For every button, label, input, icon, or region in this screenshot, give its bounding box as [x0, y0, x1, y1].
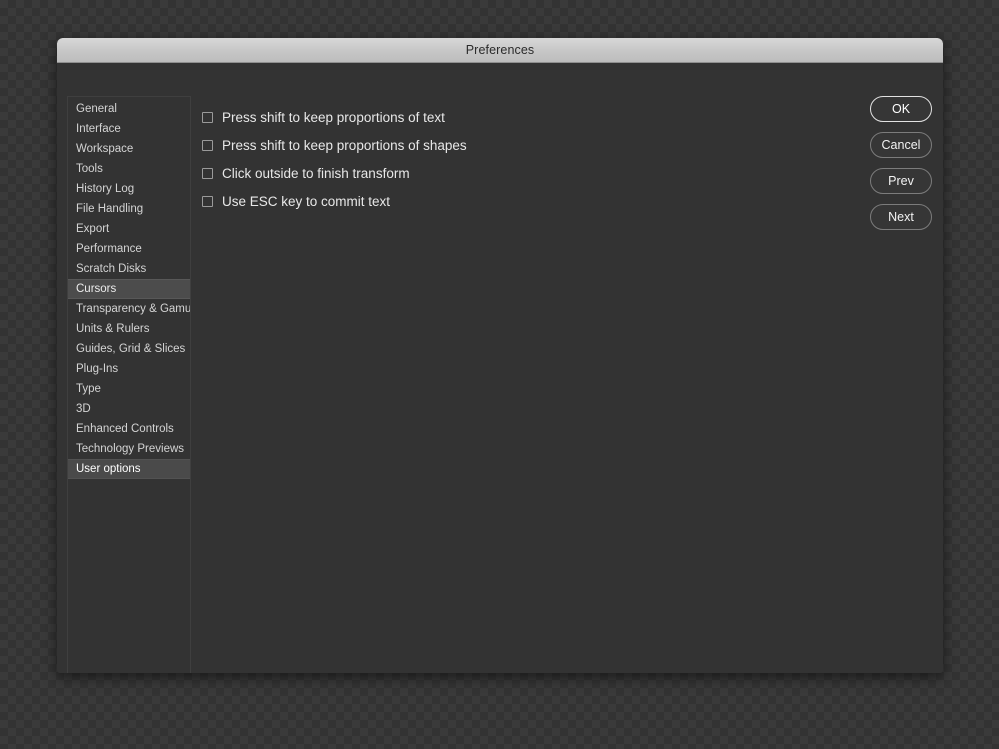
option-row[interactable]: Press shift to keep proportions of text [202, 103, 802, 131]
checkbox-icon[interactable] [202, 195, 213, 207]
options-panel: Press shift to keep proportions of text P… [202, 103, 802, 215]
sidebar-item-interface[interactable]: Interface [68, 119, 190, 139]
button-label: Prev [888, 174, 914, 188]
dialog-title-bar[interactable]: Preferences [57, 38, 943, 63]
sidebar-item-label: Plug-Ins [76, 363, 119, 375]
option-row[interactable]: Click outside to finish transform [202, 159, 802, 187]
option-label: Use ESC key to commit text [222, 193, 391, 209]
sidebar-item-label: History Log [76, 183, 135, 195]
sidebar-item-label: Transparency & Gamut [76, 303, 191, 315]
sidebar-item-label: Scratch Disks [76, 263, 147, 275]
sidebar-item-type[interactable]: Type [68, 379, 190, 399]
option-row[interactable]: Use ESC key to commit text [202, 187, 802, 215]
option-label: Click outside to finish transform [222, 165, 410, 181]
sidebar-item-performance[interactable]: Performance [68, 239, 190, 259]
option-row[interactable]: Press shift to keep proportions of shape… [202, 131, 802, 159]
sidebar-item-label: Cursors [76, 283, 117, 295]
dialog-title: Preferences [465, 43, 535, 57]
checkbox-icon[interactable] [202, 111, 213, 123]
sidebar-item-tools[interactable]: Tools [68, 159, 190, 179]
sidebar-item-label: Performance [76, 243, 142, 255]
sidebar-item-label: General [76, 103, 117, 115]
dialog-body: General Interface Workspace Tools History Lo… [57, 63, 943, 673]
sidebar-item-label: Enhanced Controls [76, 423, 174, 435]
sidebar-item-technology-previews[interactable]: Technology Previews [68, 439, 190, 459]
sidebar-item-plug-ins[interactable]: Plug-Ins [68, 359, 190, 379]
sidebar-item-file-handling[interactable]: File Handling [68, 199, 190, 219]
sidebar-item-history-log[interactable]: History Log [68, 179, 190, 199]
button-label: Cancel [881, 138, 921, 152]
sidebar-item-units-rulers[interactable]: Units & Rulers [68, 319, 190, 339]
sidebar-item-cursors[interactable]: Cursors [68, 279, 190, 299]
sidebar-item-user-options[interactable]: User options [68, 459, 190, 479]
sidebar-item-label: File Handling [76, 203, 144, 215]
next-button[interactable]: Next [870, 204, 932, 230]
sidebar-item-scratch-disks[interactable]: Scratch Disks [68, 259, 190, 279]
sidebar-item-label: Export [76, 223, 110, 235]
button-label: Next [888, 210, 914, 224]
button-label: OK [891, 102, 911, 116]
sidebar-item-guides-grid-slices[interactable]: Guides, Grid & Slices [68, 339, 190, 359]
sidebar-item-label: Technology Previews [76, 443, 185, 455]
prev-button[interactable]: Prev [870, 168, 932, 194]
sidebar-item-label: Units & Rulers [76, 323, 150, 335]
preferences-dialog: Preferences General Interface Workspace Too… [57, 38, 943, 673]
option-label: Press shift to keep proportions of text [222, 109, 445, 125]
checkbox-icon[interactable] [202, 139, 213, 151]
checkbox-icon[interactable] [202, 167, 213, 179]
preferences-category-list[interactable]: General Interface Workspace Tools History Lo… [67, 96, 191, 673]
ok-button[interactable]: OK [870, 96, 932, 122]
sidebar-item-label: Interface [76, 123, 121, 135]
sidebar-item-label: Type [76, 383, 101, 395]
sidebar-item-label: Workspace [76, 143, 134, 155]
sidebar-item-label: Tools [76, 163, 103, 175]
sidebar-item-label: User options [76, 463, 141, 475]
sidebar-item-general[interactable]: General [68, 99, 190, 119]
sidebar-item-workspace[interactable]: Workspace [68, 139, 190, 159]
dialog-button-column: OK Cancel Prev Next [870, 96, 932, 230]
sidebar-item-enhanced-controls[interactable]: Enhanced Controls [68, 419, 190, 439]
sidebar-item-label: Guides, Grid & Slices [76, 343, 186, 355]
sidebar-item-export[interactable]: Export [68, 219, 190, 239]
sidebar-item-transparency-gamut[interactable]: Transparency & Gamut [68, 299, 190, 319]
sidebar-item-3d[interactable]: 3D [68, 399, 190, 419]
sidebar-item-label: 3D [76, 403, 91, 415]
option-label: Press shift to keep proportions of shape… [222, 137, 467, 153]
cancel-button[interactable]: Cancel [870, 132, 932, 158]
